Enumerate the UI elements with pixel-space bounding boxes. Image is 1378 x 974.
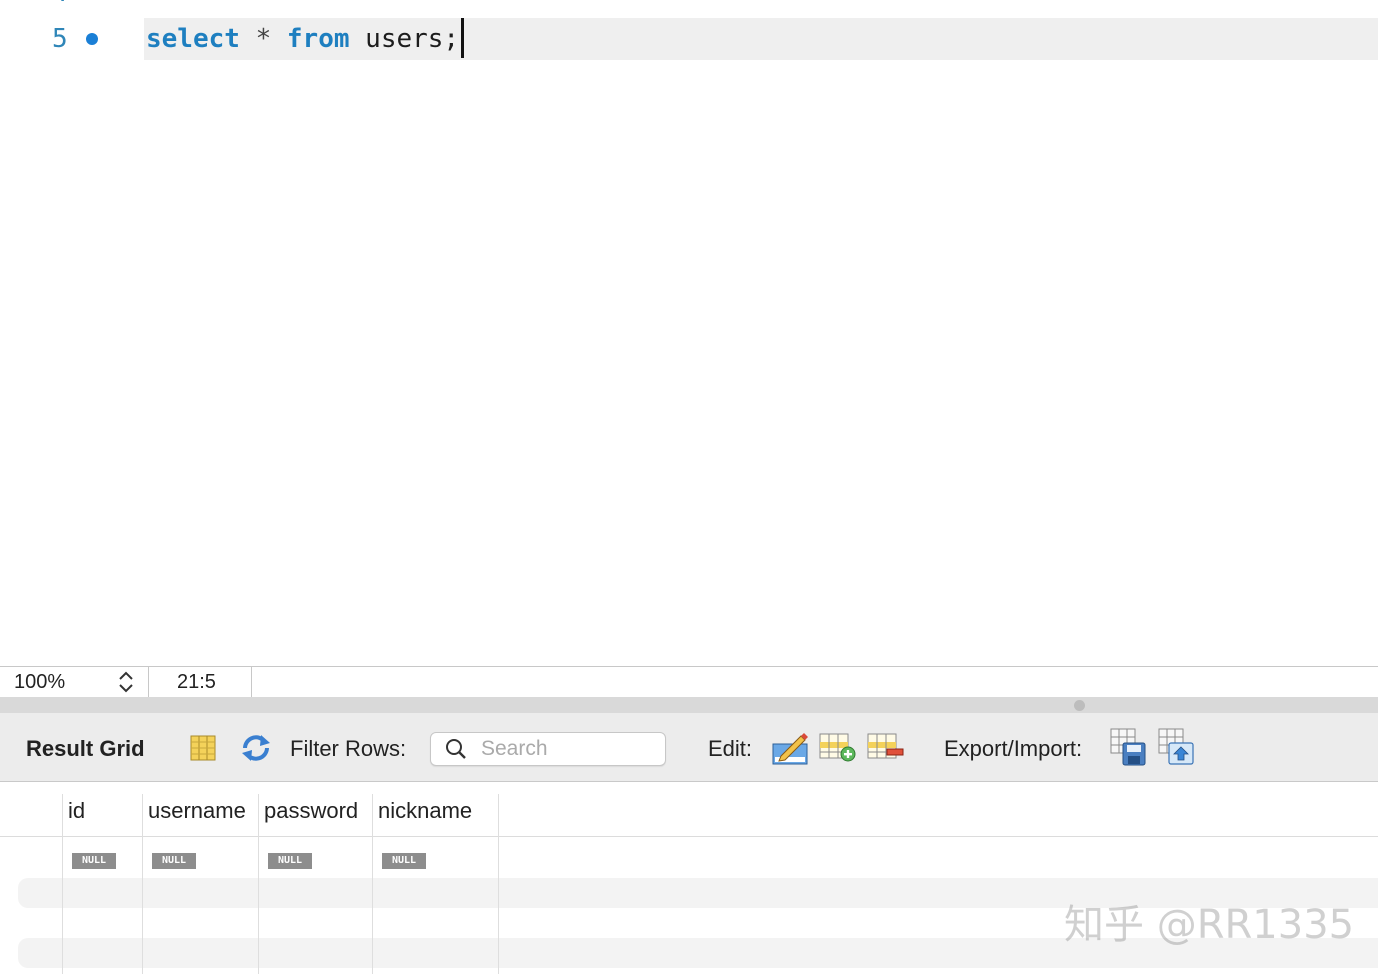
watermark: 知乎 @RR1335	[1064, 902, 1355, 948]
zoom-stepper-icon[interactable]	[116, 669, 136, 695]
result-toolbar: Result Grid Filter Rows: Edit:	[0, 713, 1378, 782]
column-divider[interactable]	[62, 794, 63, 974]
sql-editor[interactable]: 4 5 select * from users;	[0, 0, 1378, 666]
export-import-label: Export/Import:	[944, 736, 1083, 761]
zoom-control[interactable]: 100%	[0, 667, 149, 697]
column-header-password[interactable]: password	[264, 798, 358, 824]
statement-marker-icon[interactable]	[86, 33, 98, 45]
code-star: *	[239, 24, 287, 54]
filter-rows-label: Filter Rows:	[290, 736, 407, 761]
zoom-value: 100%	[14, 671, 66, 693]
cell-username[interactable]: NULL	[152, 853, 196, 869]
cell-password[interactable]: NULL	[268, 853, 312, 869]
column-header-nickname[interactable]: nickname	[378, 798, 472, 824]
column-header-id[interactable]: id	[68, 798, 85, 824]
search-icon	[446, 739, 466, 759]
column-divider[interactable]	[372, 794, 373, 974]
search-input[interactable]	[481, 736, 657, 762]
splitter-handle[interactable]	[1074, 700, 1085, 711]
column-divider[interactable]	[498, 794, 499, 974]
column-divider[interactable]	[258, 794, 259, 974]
import-icon[interactable]	[1158, 728, 1196, 766]
filter-search-box[interactable]	[430, 732, 666, 766]
export-icon[interactable]	[1110, 728, 1148, 766]
keyword-select: select	[146, 24, 240, 54]
cursor-position-value: 21:5	[177, 671, 216, 693]
keyword-from: from	[286, 24, 350, 54]
cell-nickname[interactable]: NULL	[382, 853, 426, 869]
cursor-position: 21:5	[149, 667, 252, 697]
grid-header-row: id username password nickname	[0, 782, 1378, 837]
cell-id[interactable]: NULL	[72, 853, 116, 869]
column-divider[interactable]	[142, 794, 143, 974]
insert-row-icon[interactable]	[819, 732, 857, 764]
edit-row-icon[interactable]	[771, 730, 809, 766]
editor-status-bar: 100% 21:5	[0, 666, 1378, 697]
column-header-username[interactable]: username	[148, 798, 246, 824]
text-caret	[461, 17, 465, 58]
table-row[interactable]: NULL NULL NULL NULL	[0, 838, 1378, 874]
code-table-name: users;	[349, 24, 460, 54]
result-grid-tab[interactable]: Result Grid	[26, 736, 145, 762]
column-toggle-icon[interactable]	[189, 734, 217, 762]
edit-label: Edit:	[708, 736, 753, 761]
line-number-prev: 4	[52, 0, 68, 8]
code-line[interactable]: select * from users;	[146, 17, 465, 58]
delete-row-icon[interactable]	[867, 732, 905, 764]
line-number: 5	[52, 24, 68, 54]
panel-splitter[interactable]	[0, 697, 1378, 713]
refresh-icon[interactable]	[239, 732, 273, 764]
